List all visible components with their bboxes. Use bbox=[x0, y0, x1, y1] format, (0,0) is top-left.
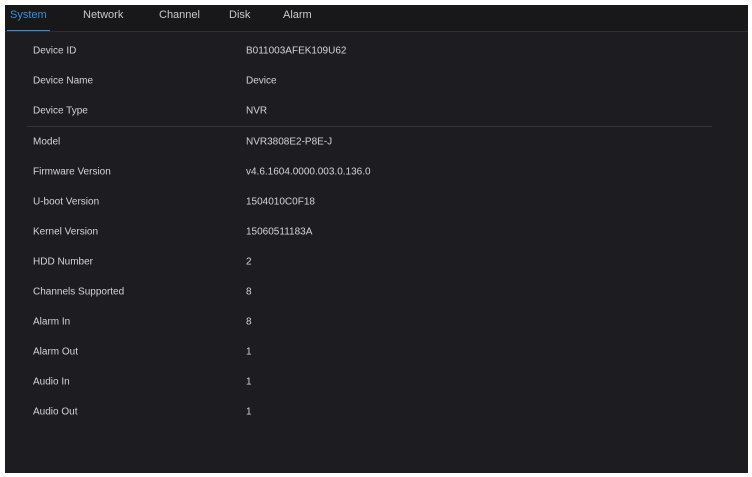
info-row-alarm-in: Alarm In 8 bbox=[27, 307, 712, 336]
info-value: 2 bbox=[246, 256, 252, 267]
info-value: 1 bbox=[246, 376, 252, 387]
info-row-device-type: Device Type NVR bbox=[27, 96, 712, 125]
info-row-hdd-number: HDD Number 2 bbox=[27, 247, 712, 276]
info-label: Audio In bbox=[33, 376, 70, 387]
info-row-alarm-out: Alarm Out 1 bbox=[27, 337, 712, 366]
info-label: Kernel Version bbox=[33, 226, 99, 237]
info-row-audio-out: Audio Out 1 bbox=[27, 397, 712, 426]
info-row-firmware-version: Firmware Version v4.6.1604.0000.003.0.13… bbox=[27, 157, 712, 186]
info-value: NVR3808E2-P8E-J bbox=[246, 136, 333, 147]
info-value: 8 bbox=[246, 286, 252, 297]
tab-network[interactable]: Network bbox=[83, 5, 123, 31]
info-label: Model bbox=[33, 136, 61, 147]
info-row-model: Model NVR3808E2-P8E-J bbox=[27, 126, 712, 156]
info-row-kernel-version: Kernel Version 15060511183A bbox=[27, 217, 712, 246]
info-value: 8 bbox=[246, 316, 252, 327]
info-row-audio-in: Audio In 1 bbox=[27, 367, 712, 396]
info-label: Device ID bbox=[33, 45, 77, 56]
tab-disk[interactable]: Disk bbox=[229, 5, 250, 31]
system-info-panel: System Network Channel Disk Alarm Device… bbox=[5, 5, 748, 473]
info-value: 1 bbox=[246, 406, 252, 417]
info-row-uboot-version: U-boot Version 1504010C0F18 bbox=[27, 187, 712, 216]
info-value: 1 bbox=[246, 346, 252, 357]
info-label: Alarm Out bbox=[33, 346, 79, 357]
info-label: Device Name bbox=[33, 75, 94, 86]
info-label: HDD Number bbox=[33, 256, 94, 267]
tab-channel[interactable]: Channel bbox=[159, 5, 200, 31]
info-label: Device Type bbox=[33, 105, 88, 116]
info-label: Alarm In bbox=[33, 316, 71, 327]
info-row-device-id: Device ID B011003AFEK109U62 bbox=[27, 36, 712, 65]
info-label: Audio Out bbox=[33, 406, 78, 417]
tab-alarm[interactable]: Alarm bbox=[283, 5, 312, 31]
info-row-device-name: Device Name Device bbox=[27, 66, 712, 95]
info-label: U-boot Version bbox=[33, 196, 100, 207]
info-label: Firmware Version bbox=[33, 166, 111, 177]
tab-bar: System Network Channel Disk Alarm bbox=[5, 5, 748, 32]
info-row-channels-supported: Channels Supported 8 bbox=[27, 277, 712, 306]
info-value: B011003AFEK109U62 bbox=[246, 45, 347, 56]
info-value: Device bbox=[246, 75, 277, 86]
tab-system[interactable]: System bbox=[7, 5, 50, 31]
info-label: Channels Supported bbox=[33, 286, 125, 297]
info-value: 15060511183A bbox=[246, 226, 313, 237]
info-value: NVR bbox=[246, 105, 268, 116]
info-value: v4.6.1604.0000.003.0.136.0 bbox=[246, 166, 371, 177]
info-value: 1504010C0F18 bbox=[246, 196, 315, 207]
